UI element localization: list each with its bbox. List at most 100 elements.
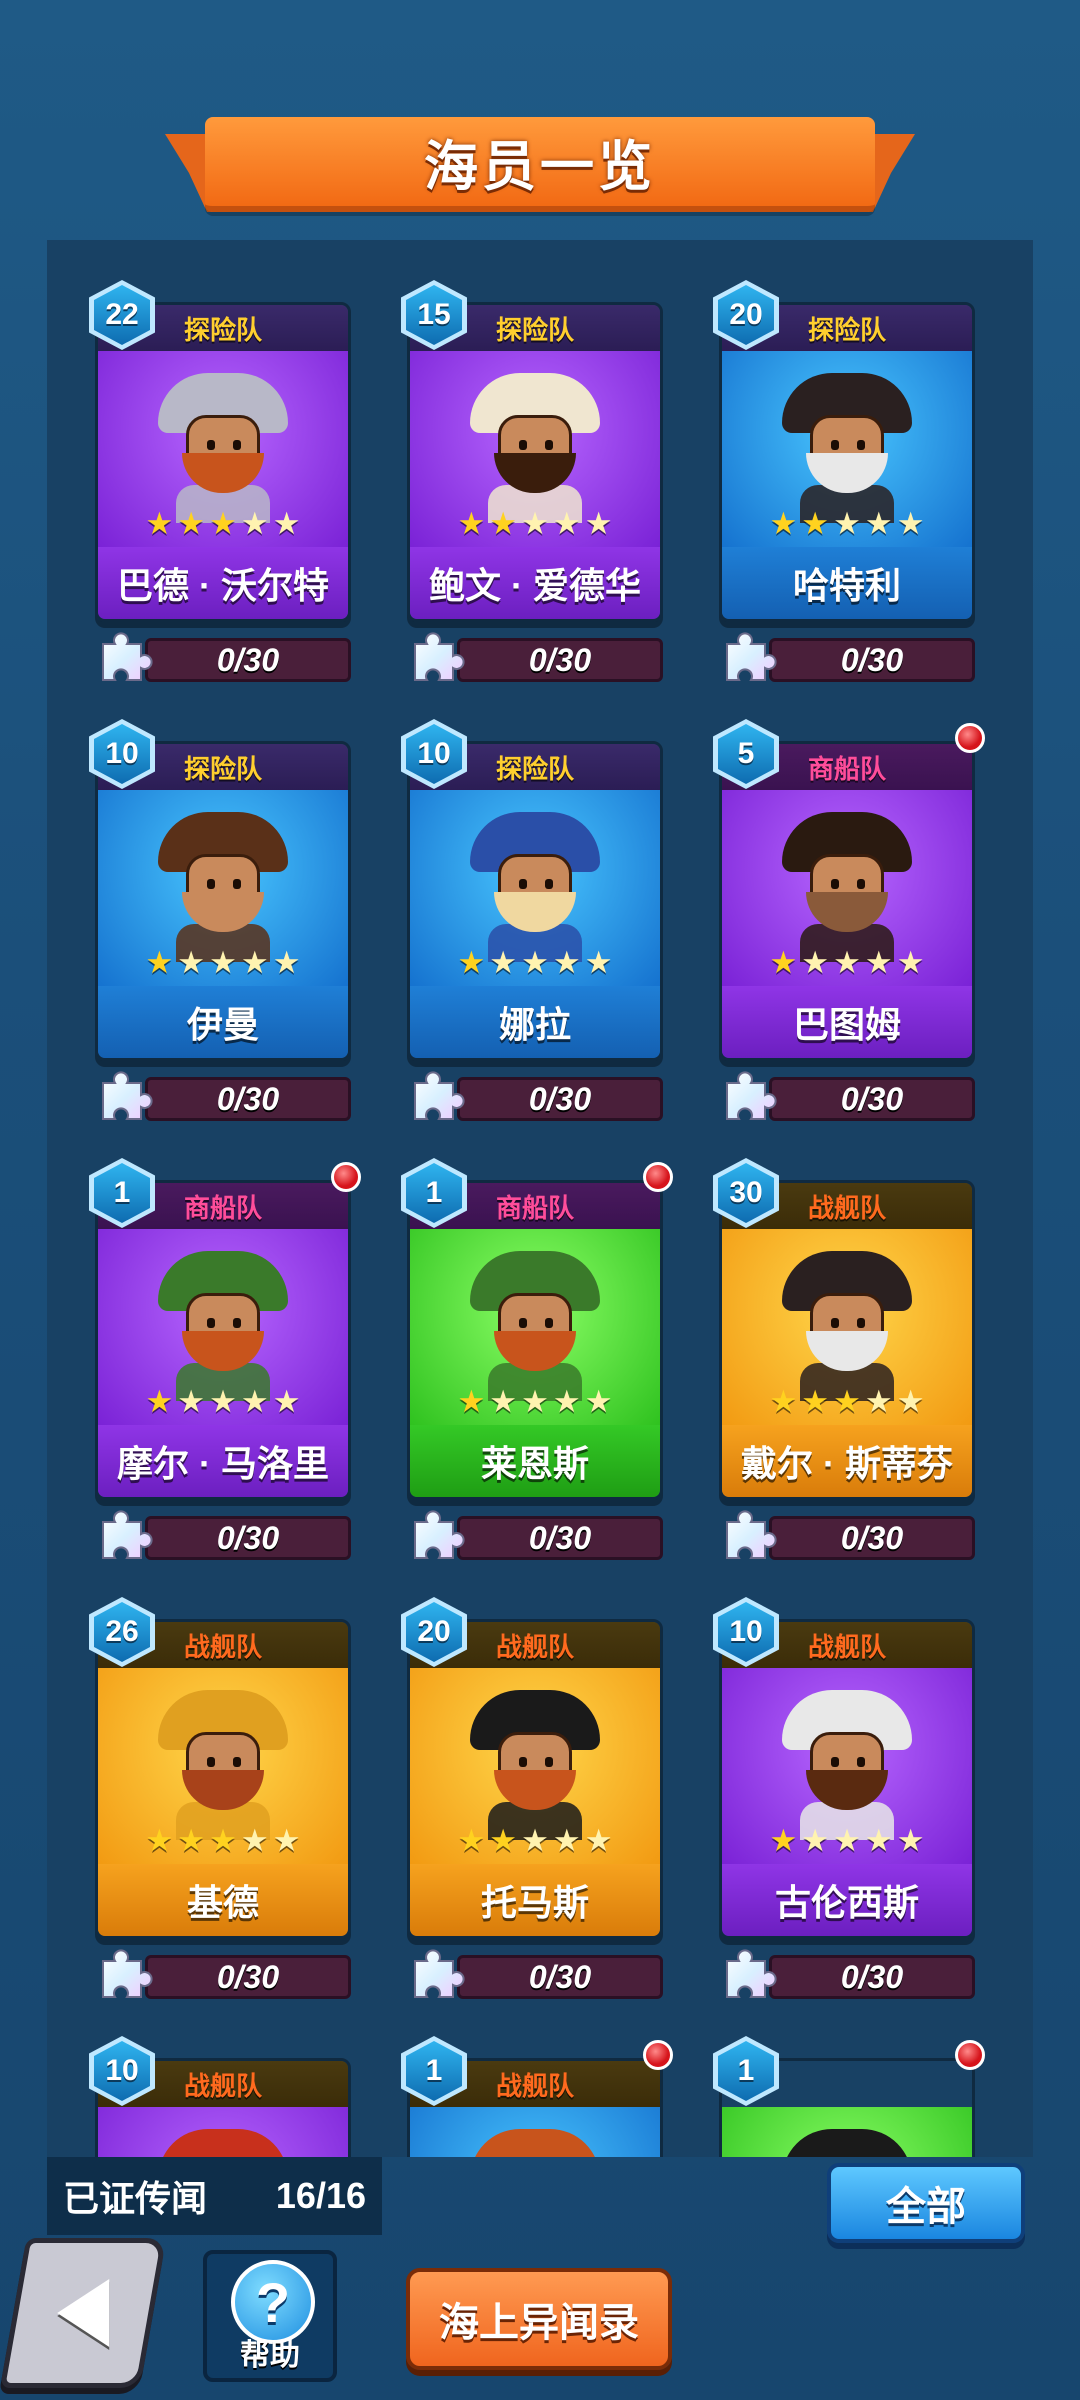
- character-eye: [831, 879, 839, 889]
- notification-dot-icon: [643, 1162, 673, 1192]
- crew-card[interactable]: 探险队 ★ ★ ★ ★ ★ 伊曼 10 0/30: [89, 719, 351, 1121]
- crew-card[interactable]: 战舰队 ★ ★ ★ ★ ★ 古伦西斯 10 0/30: [713, 1597, 975, 1999]
- crew-card-frame: 商船队 ★ ★ ★ ★ ★ 莱恩斯: [407, 1180, 663, 1500]
- star-empty-icon: ★: [489, 1383, 518, 1419]
- crew-card[interactable]: 商船队 ★ ★ ★ ★ ★ 巴图姆 5 0/30: [713, 719, 985, 1121]
- crew-character-avatar: [148, 1690, 298, 1840]
- crew-card-frame: 战舰队 ★ ★ ★ ★ ★ 基德: [95, 1619, 351, 1939]
- sea-rumors-log-button[interactable]: 海上异闻录: [406, 2268, 672, 2370]
- character-eye: [857, 1757, 865, 1767]
- crew-card[interactable]: 商船队 ★ ★ ★ ★ ★ 摩尔 · 马洛里 1 0/30: [89, 1158, 361, 1560]
- character-hat: [470, 2129, 600, 2157]
- rumor-counter-label: 已证传闻: [63, 2178, 208, 2219]
- star-filled-icon: ★: [489, 1822, 518, 1858]
- shard-count: 0/30: [145, 1516, 351, 1560]
- star-rating: ★ ★ ★ ★ ★: [410, 1381, 660, 1421]
- puzzle-piece-icon: [102, 1071, 153, 1120]
- crew-card[interactable]: 探险队 ★ ★ ★ ★ ★ 鲍文 · 爱德华 15 0/30: [401, 280, 663, 682]
- crew-card[interactable]: 探险队 ★ ★ ★ ★ ★ 巴德 · 沃尔特 22 0/30: [89, 280, 351, 682]
- notification-dot-icon: [643, 2040, 673, 2070]
- star-rating: ★ ★ ★ ★ ★: [410, 503, 660, 543]
- star-empty-icon: ★: [272, 944, 301, 980]
- crew-name: 巴图姆: [722, 986, 972, 1058]
- filter-all-button[interactable]: 全部: [827, 2163, 1025, 2243]
- star-empty-icon: ★: [584, 1383, 613, 1419]
- shard-progress: 0/30: [407, 632, 663, 684]
- character-eye: [233, 440, 241, 450]
- shard-progress: 0/30: [719, 632, 975, 684]
- star-filled-icon: ★: [769, 944, 798, 980]
- star-rating: ★ ★ ★ ★ ★: [98, 503, 348, 543]
- star-empty-icon: ★: [209, 944, 237, 980]
- crew-card-frame: 探险队 ★ ★ ★ ★ ★ 巴德 · 沃尔特: [95, 302, 351, 622]
- crew-character-avatar: [460, 2129, 610, 2157]
- shard-count: 0/30: [145, 638, 351, 682]
- help-button[interactable]: ? 帮助: [203, 2250, 337, 2382]
- crew-name: 基德: [98, 1864, 348, 1936]
- star-filled-icon: ★: [209, 1822, 237, 1858]
- character-eye: [207, 879, 215, 889]
- star-filled-icon: ★: [457, 944, 486, 980]
- star-empty-icon: ★: [864, 1822, 893, 1858]
- star-filled-icon: ★: [769, 505, 798, 541]
- crew-card-frame: 商船队 ★ ★ ★ ★ ★ 巴图姆: [719, 741, 975, 1061]
- star-empty-icon: ★: [240, 1822, 269, 1858]
- star-empty-icon: ★: [272, 505, 301, 541]
- star-empty-icon: ★: [240, 944, 269, 980]
- star-filled-icon: ★: [457, 505, 486, 541]
- star-filled-icon: ★: [801, 1383, 830, 1419]
- star-empty-icon: ★: [489, 944, 518, 980]
- crew-character-avatar: [772, 812, 922, 962]
- crew-card[interactable]: 战舰队★★★★★10: [89, 2036, 351, 2157]
- star-empty-icon: ★: [521, 944, 549, 980]
- crew-character-avatar: [460, 812, 610, 962]
- crew-card[interactable]: 战舰队 ★ ★ ★ ★ ★ 托马斯 20 0/30: [401, 1597, 663, 1999]
- crew-character-avatar: [148, 812, 298, 962]
- shard-progress: 0/30: [407, 1949, 663, 2001]
- crew-level-badge: 10: [89, 719, 155, 789]
- shard-progress: 0/30: [95, 1071, 351, 1123]
- crew-portrait: [410, 2107, 660, 2157]
- rumor-counter: 已证传闻 16/16: [47, 2157, 382, 2235]
- crew-list-panel[interactable]: 探险队 ★ ★ ★ ★ ★ 巴德 · 沃尔特 22 0/30 探险队 ★ ★ ★ ★ ★ 鲍文 · 爱德华 15…: [47, 240, 1033, 2157]
- star-filled-icon: ★: [145, 1383, 174, 1419]
- crew-card[interactable]: ★★★★★1: [713, 2036, 985, 2157]
- crew-name: 鲍文 · 爱德华: [410, 547, 660, 619]
- crew-card-frame: 探险队 ★ ★ ★ ★ ★ 伊曼: [95, 741, 351, 1061]
- star-empty-icon: ★: [833, 505, 861, 541]
- puzzle-piece-icon: [102, 1510, 153, 1559]
- crew-card[interactable]: 探险队 ★ ★ ★ ★ ★ 娜拉 10 0/30: [401, 719, 663, 1121]
- shard-count: 0/30: [457, 1955, 663, 1999]
- page-title: 海员一览: [424, 137, 656, 197]
- notification-dot-icon: [955, 2040, 985, 2070]
- crew-card-frame: 探险队 ★ ★ ★ ★ ★ 鲍文 · 爱德华: [407, 302, 663, 622]
- star-filled-icon: ★: [769, 1822, 798, 1858]
- character-eye: [857, 1318, 865, 1328]
- character-eye: [545, 1757, 553, 1767]
- crew-card-frame: 探险队 ★ ★ ★ ★ ★ 哈特利: [719, 302, 975, 622]
- star-empty-icon: ★: [552, 944, 581, 980]
- crew-card[interactable]: 探险队 ★ ★ ★ ★ ★ 哈特利 20 0/30: [713, 280, 975, 682]
- character-eye: [545, 1318, 553, 1328]
- star-empty-icon: ★: [521, 505, 549, 541]
- shard-count: 0/30: [769, 638, 975, 682]
- crew-level-badge: 10: [713, 1597, 779, 1667]
- star-empty-icon: ★: [833, 1822, 861, 1858]
- back-arrow-icon: [57, 2279, 110, 2347]
- crew-card[interactable]: 商船队 ★ ★ ★ ★ ★ 莱恩斯 1 0/30: [401, 1158, 673, 1560]
- crew-name: 古伦西斯: [722, 1864, 972, 1936]
- shard-progress: 0/30: [719, 1949, 975, 2001]
- crew-character-avatar: [148, 373, 298, 523]
- shard-count: 0/30: [457, 638, 663, 682]
- character-eye: [545, 440, 553, 450]
- back-button[interactable]: [0, 2238, 167, 2388]
- character-eye: [857, 440, 865, 450]
- crew-card[interactable]: 战舰队 ★ ★ ★ ★ ★ 戴尔 · 斯蒂芬 30 0/30: [713, 1158, 975, 1560]
- crew-card-frame: 战舰队 ★ ★ ★ ★ ★ 托马斯: [407, 1619, 663, 1939]
- crew-card[interactable]: 战舰队★★★★★1: [401, 2036, 673, 2157]
- crew-card[interactable]: 战舰队 ★ ★ ★ ★ ★ 基德 26 0/30: [89, 1597, 351, 1999]
- star-filled-icon: ★: [209, 505, 237, 541]
- character-eye: [233, 1757, 241, 1767]
- star-empty-icon: ★: [552, 505, 581, 541]
- crew-card-frame: 商船队 ★ ★ ★ ★ ★ 摩尔 · 马洛里: [95, 1180, 351, 1500]
